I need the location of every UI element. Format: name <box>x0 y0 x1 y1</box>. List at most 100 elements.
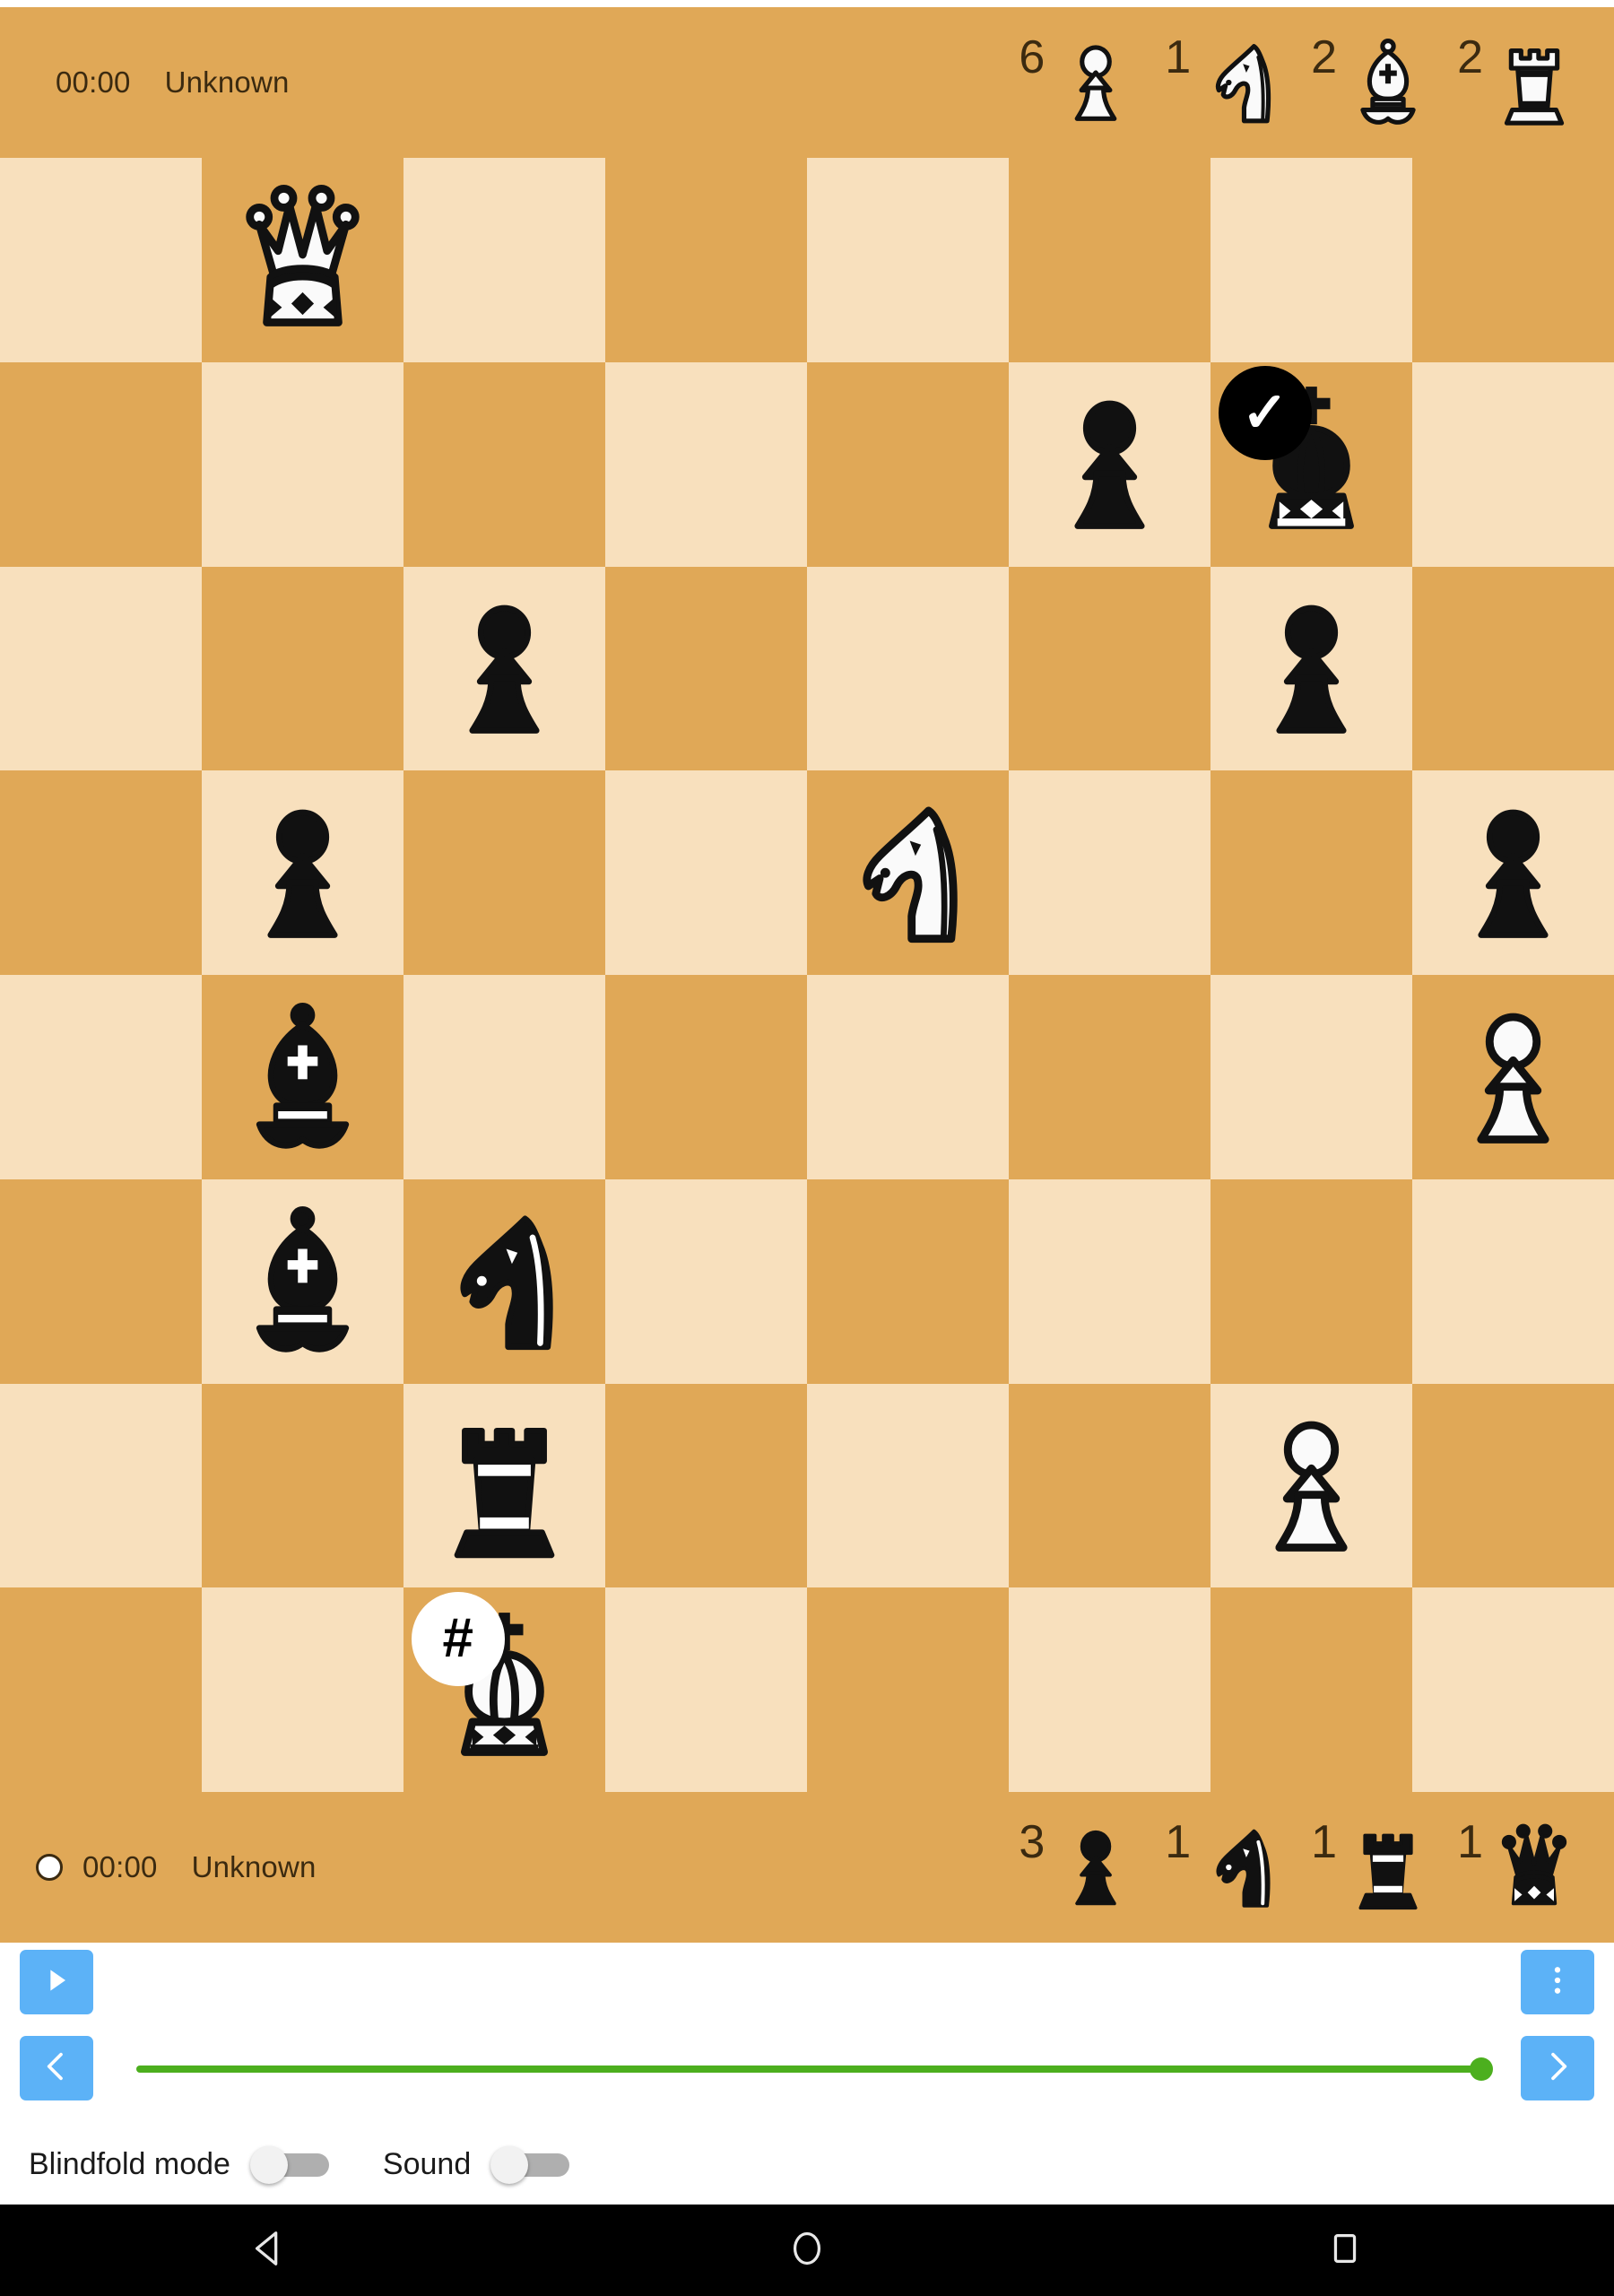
board-square-h4[interactable] <box>1412 975 1614 1179</box>
board-square-b7[interactable] <box>202 361 404 567</box>
board-square-h2[interactable] <box>1412 1383 1614 1588</box>
board-square-f1[interactable] <box>1009 1587 1210 1792</box>
chess-app-screen: 00:00 Unknown 6 1 2 2 ✓ # 00:00 Unknown … <box>0 0 1614 2296</box>
board-square-a7[interactable] <box>0 361 202 567</box>
move-slider-thumb[interactable] <box>1470 2057 1493 2081</box>
board-square-c5[interactable] <box>404 770 605 975</box>
black-rook-piece <box>454 1428 555 1559</box>
top-player-name: Unknown <box>164 65 290 99</box>
board-square-c8[interactable] <box>404 158 605 362</box>
board-square-a2[interactable] <box>0 1383 202 1588</box>
board-square-g1[interactable] <box>1210 1587 1412 1792</box>
captured-count: 2 <box>1457 31 1483 83</box>
board-square-f7[interactable] <box>1009 361 1210 567</box>
captured-group-white-pawn: 6 <box>1019 29 1145 136</box>
white-pawn-piece <box>1275 1421 1348 1552</box>
board-square-e3[interactable] <box>807 1178 1009 1384</box>
captured-count: 1 <box>1457 1816 1483 1868</box>
board-square-d3[interactable] <box>605 1178 807 1384</box>
bottom-captured-pieces: 3 1 1 1 <box>1002 1813 1614 1921</box>
switch-knob <box>249 2146 288 2184</box>
board-square-e7[interactable] <box>807 361 1009 567</box>
board-square-e1[interactable] <box>807 1587 1009 1792</box>
board-square-e8[interactable] <box>807 158 1009 362</box>
captured-black-pawn-icon <box>1046 1813 1145 1921</box>
board-square-d7[interactable] <box>605 361 807 567</box>
board-square-e5[interactable] <box>807 770 1009 975</box>
board-square-d8[interactable] <box>605 158 807 362</box>
captured-count: 2 <box>1311 31 1338 83</box>
board-square-g5[interactable] <box>1210 770 1412 975</box>
board-square-d2[interactable] <box>605 1383 807 1588</box>
board-square-h3[interactable] <box>1412 1178 1614 1384</box>
board-square-d5[interactable] <box>605 770 807 975</box>
board-square-g3[interactable] <box>1210 1178 1412 1384</box>
switch-knob <box>490 2146 529 2184</box>
board-square-c7[interactable] <box>404 361 605 567</box>
captured-count: 1 <box>1165 31 1192 83</box>
board-square-g2[interactable] <box>1210 1383 1412 1588</box>
captured-count: 6 <box>1019 31 1046 83</box>
board-square-d1[interactable] <box>605 1587 807 1792</box>
captured-group-black-knight: 1 <box>1165 1813 1291 1921</box>
board-square-f6[interactable] <box>1009 566 1210 771</box>
board-square-a1[interactable] <box>0 1587 202 1792</box>
board-square-d6[interactable] <box>605 566 807 771</box>
board-square-b4[interactable] <box>202 975 404 1179</box>
board-square-b8[interactable] <box>202 158 404 362</box>
captured-black-queen-icon <box>1485 1813 1584 1921</box>
board-square-b6[interactable] <box>202 566 404 771</box>
more-options-button[interactable] <box>1521 1950 1594 2014</box>
board-square-g4[interactable] <box>1210 975 1412 1179</box>
white-knight-piece <box>1216 44 1271 124</box>
white-queen-piece <box>246 184 360 326</box>
android-recents-button[interactable] <box>1296 2219 1394 2282</box>
board-square-h5[interactable] <box>1412 770 1614 975</box>
play-button[interactable] <box>20 1950 93 2014</box>
captured-white-knight-icon <box>1193 29 1291 136</box>
board-square-e4[interactable] <box>807 975 1009 1179</box>
board-square-b2[interactable] <box>202 1383 404 1588</box>
android-home-button[interactable] <box>758 2219 856 2282</box>
board-square-a6[interactable] <box>0 566 202 771</box>
board-square-c2[interactable] <box>404 1383 605 1588</box>
blindfold-mode-row: Blindfold mode <box>29 2146 329 2184</box>
board-square-h6[interactable] <box>1412 566 1614 771</box>
board-square-c6[interactable] <box>404 566 605 771</box>
board-square-g7[interactable]: ✓ <box>1210 361 1412 567</box>
board-square-a4[interactable] <box>0 975 202 1179</box>
board-square-f8[interactable] <box>1009 158 1210 362</box>
board-square-e2[interactable] <box>807 1383 1009 1588</box>
next-move-button[interactable] <box>1521 2036 1594 2100</box>
sound-switch[interactable] <box>490 2146 570 2184</box>
board-square-g8[interactable] <box>1210 158 1412 362</box>
board-square-f2[interactable] <box>1009 1383 1210 1588</box>
black-knight-piece <box>1216 1829 1271 1908</box>
board-square-g6[interactable] <box>1210 566 1412 771</box>
board-square-c4[interactable] <box>404 975 605 1179</box>
board-square-a5[interactable] <box>0 770 202 975</box>
board-square-f4[interactable] <box>1009 975 1210 1179</box>
captured-group-black-queen: 1 <box>1457 1813 1584 1921</box>
board-square-b5[interactable] <box>202 770 404 975</box>
board-square-f3[interactable] <box>1009 1178 1210 1384</box>
android-back-button[interactable] <box>220 2219 318 2282</box>
move-slider[interactable] <box>136 2057 1493 2081</box>
black-rook-piece <box>1358 1833 1418 1910</box>
board-square-c3[interactable] <box>404 1178 605 1384</box>
board-square-f5[interactable] <box>1009 770 1210 975</box>
board-square-h8[interactable] <box>1412 158 1614 362</box>
board-square-h1[interactable] <box>1412 1587 1614 1792</box>
board-square-e6[interactable] <box>807 566 1009 771</box>
board-square-d4[interactable] <box>605 975 807 1179</box>
blindfold-mode-switch[interactable] <box>249 2146 329 2184</box>
black-pawn-piece <box>267 809 338 938</box>
board-square-b1[interactable] <box>202 1587 404 1792</box>
board-square-c1[interactable]: # <box>404 1587 605 1792</box>
board-square-b3[interactable] <box>202 1178 404 1384</box>
previous-move-button[interactable] <box>20 2036 93 2100</box>
chess-board[interactable]: ✓ # <box>0 158 1614 1792</box>
board-square-a3[interactable] <box>0 1178 202 1384</box>
board-square-a8[interactable] <box>0 158 202 362</box>
board-square-h7[interactable] <box>1412 361 1614 567</box>
